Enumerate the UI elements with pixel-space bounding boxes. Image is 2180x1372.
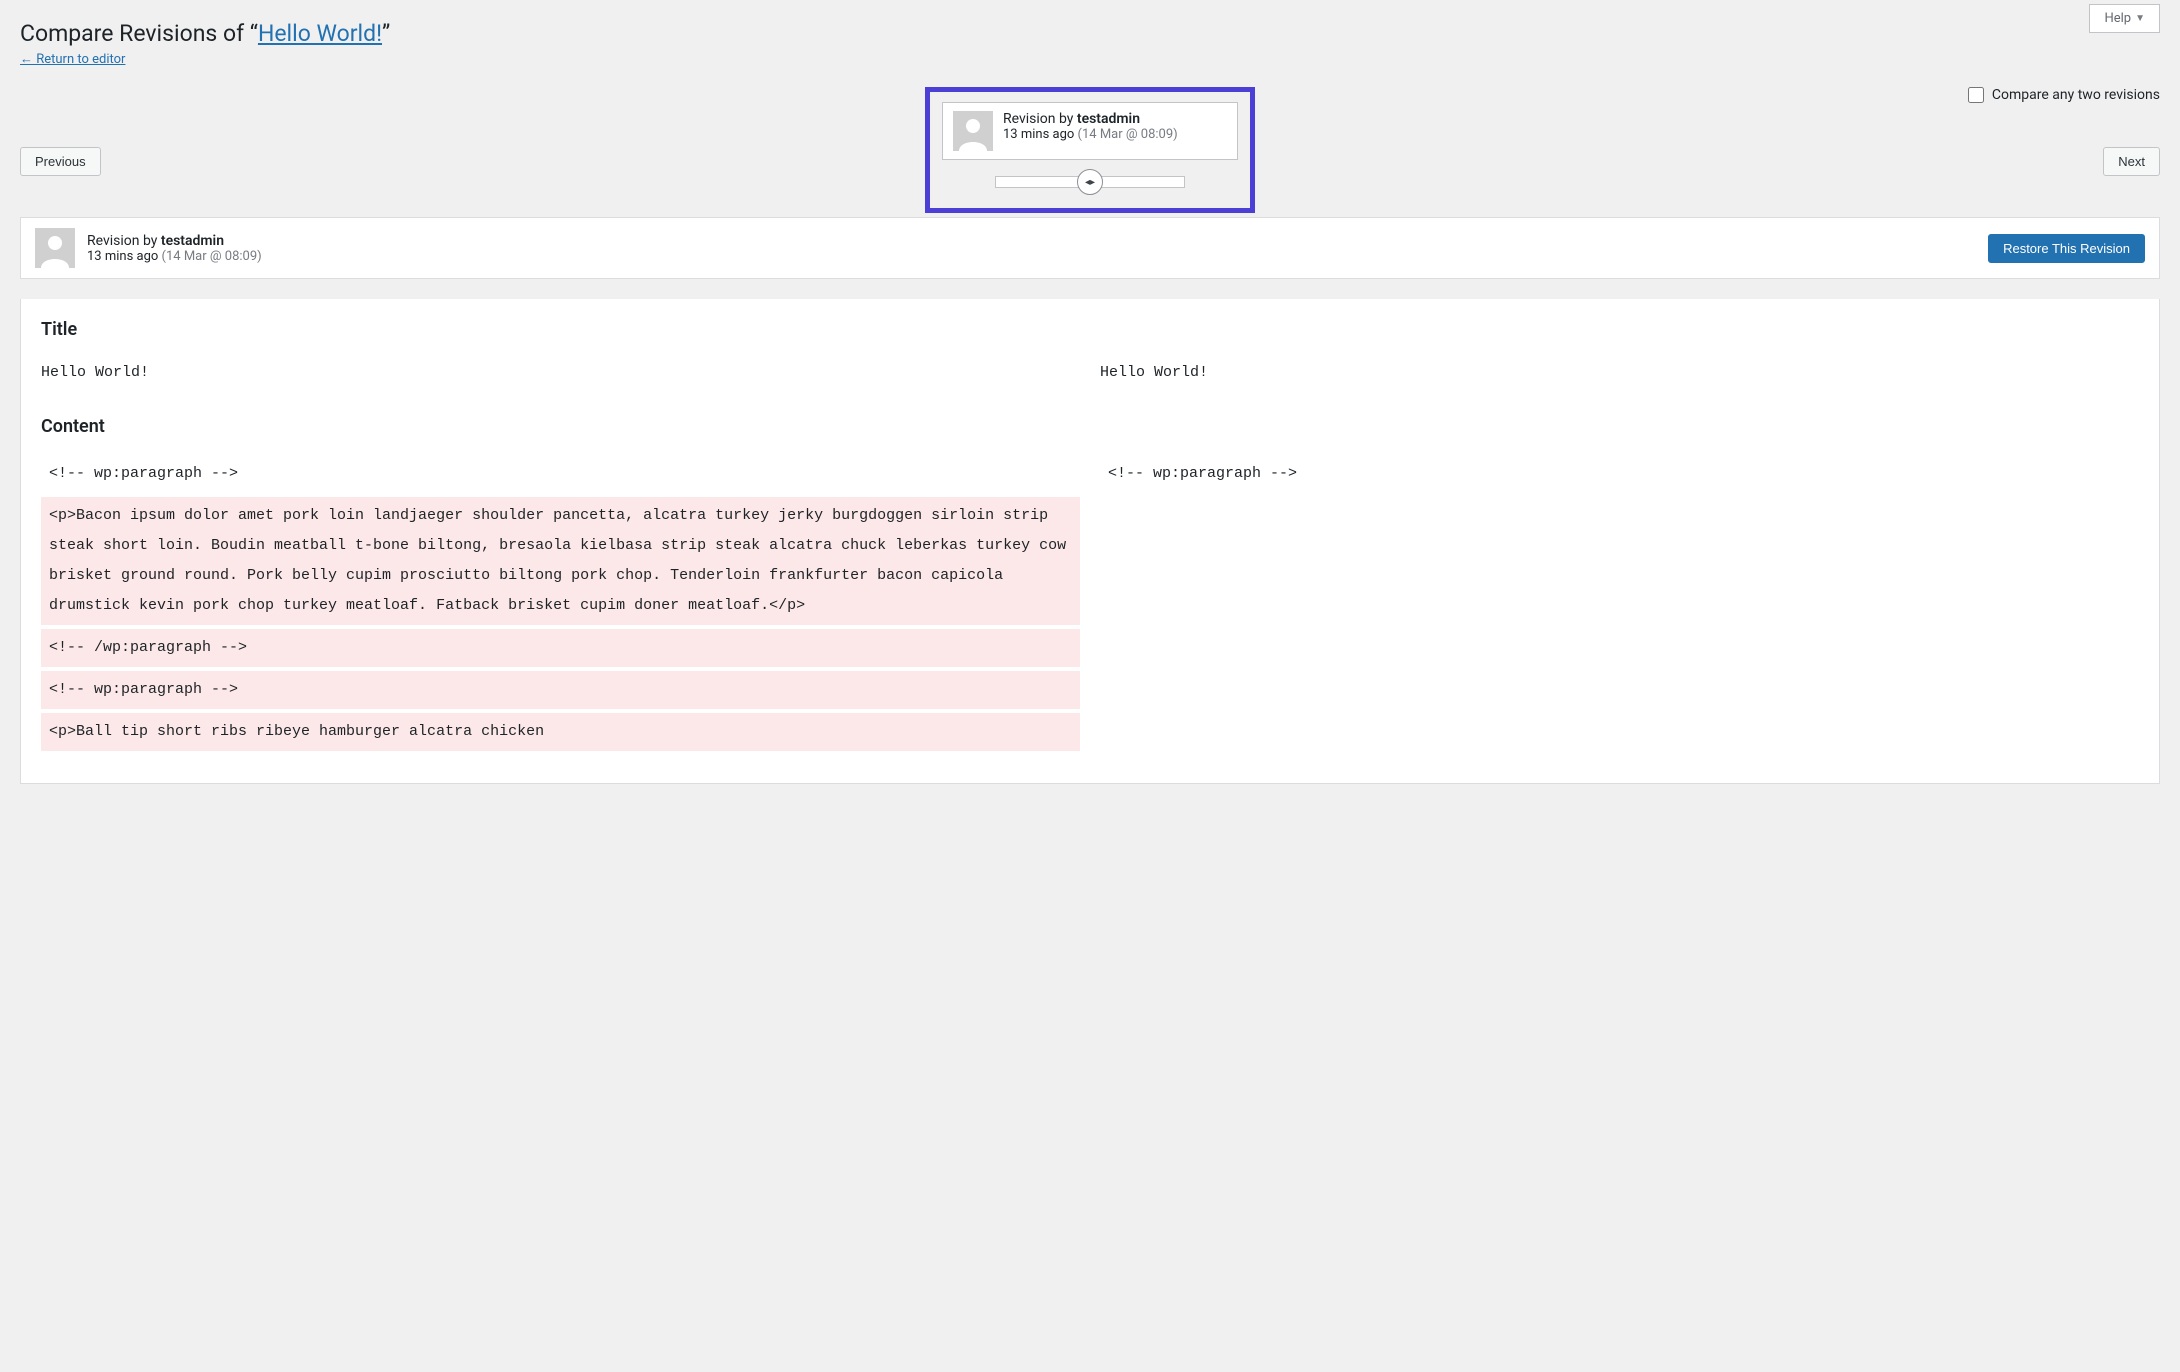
diff-content-heading: Content — [41, 416, 2139, 437]
help-label: Help — [2104, 11, 2131, 26]
next-button[interactable]: Next — [2103, 147, 2160, 176]
help-tab[interactable]: Help ▼ — [2089, 4, 2160, 33]
revision-tooltip: Revision by testadmin 13 mins ago (14 Ma… — [942, 102, 1238, 160]
compare-toggle-label: Compare any two revisions — [1992, 87, 2160, 103]
diff-panel: Title Hello World! Hello World! Content … — [20, 299, 2160, 784]
page-title: Compare Revisions of “Hello World!” — [20, 0, 2160, 51]
avatar — [953, 111, 993, 151]
meta-date-line: 13 mins ago (14 Mar @ 08:09) — [87, 249, 262, 264]
diff-line: <!-- wp:paragraph --> — [1100, 455, 2139, 493]
drag-handle-icon: ◂▸ — [1085, 177, 1095, 188]
diff-content-right: <!-- wp:paragraph --> — [1100, 455, 2139, 755]
avatar — [35, 228, 75, 268]
diff-title-right: Hello World! — [1100, 358, 2139, 388]
compare-toggle: Compare any two revisions — [1968, 87, 2160, 103]
compare-checkbox[interactable] — [1968, 87, 1984, 103]
tooltip-date-line: 13 mins ago (14 Mar @ 08:09) — [1003, 127, 1178, 142]
diff-title-left: Hello World! — [41, 358, 1080, 388]
tooltip-author-line: Revision by testadmin — [1003, 111, 1178, 127]
revision-tooltip-highlight: Revision by testadmin 13 mins ago (14 Ma… — [925, 87, 1255, 213]
post-title-link[interactable]: Hello World! — [258, 20, 382, 47]
chevron-down-icon: ▼ — [2135, 13, 2145, 24]
revision-slider[interactable]: ◂▸ — [995, 176, 1185, 188]
diff-line: <!-- wp:paragraph --> — [41, 671, 1080, 709]
return-to-editor-link[interactable]: ← Return to editor — [20, 51, 125, 67]
diff-title-heading: Title — [41, 319, 2139, 340]
diff-line: <p>Bacon ipsum dolor amet pork loin land… — [41, 497, 1080, 625]
slider-handle[interactable]: ◂▸ — [1077, 169, 1103, 195]
meta-author-line: Revision by testadmin — [87, 233, 262, 249]
diff-line: <!-- wp:paragraph --> — [41, 455, 1080, 493]
diff-line: <!-- /wp:paragraph --> — [41, 629, 1080, 667]
diff-content-left: <!-- wp:paragraph --> <p>Bacon ipsum dolo… — [41, 455, 1080, 755]
previous-button[interactable]: Previous — [20, 147, 101, 176]
revision-meta-bar: Revision by testadmin 13 mins ago (14 Ma… — [20, 217, 2160, 279]
restore-revision-button[interactable]: Restore This Revision — [1988, 234, 2145, 263]
diff-line: <p>Ball tip short ribs ribeye hamburger … — [41, 713, 1080, 751]
